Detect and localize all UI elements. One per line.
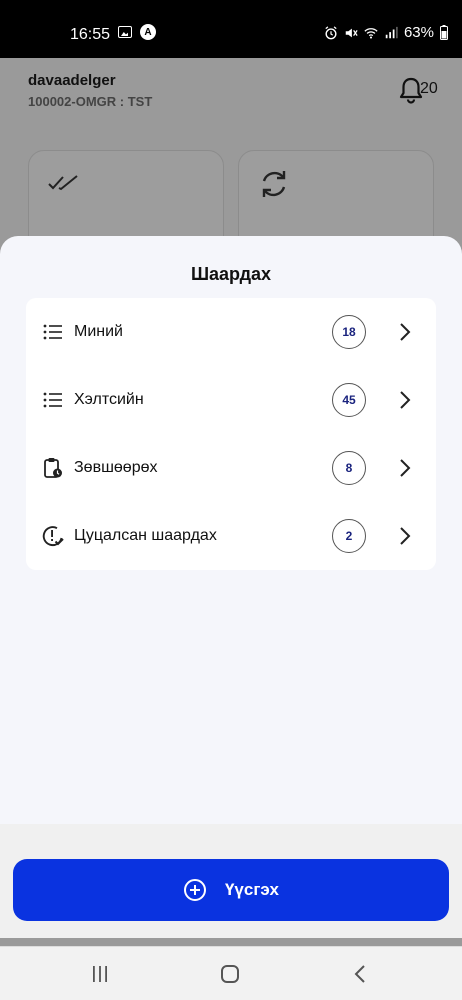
alarm-icon (325, 25, 337, 39)
notification-count: 20 (420, 80, 438, 97)
recent-apps-icon (93, 966, 107, 982)
system-nav-bar (0, 946, 462, 1000)
requests-bottom-sheet: Шаардах Миний 18 Хэлтсийн 45 Зөвшөөрөх 8… (0, 236, 462, 938)
status-time: 16:55 (70, 26, 111, 43)
status-bar: 16:55 A 63% (0, 0, 462, 58)
mute-icon (345, 28, 358, 37)
alert-check-icon (42, 525, 64, 547)
menu-item-department[interactable]: Хэлтсийн 45 (26, 366, 436, 434)
menu-item-cancelled[interactable]: Цуцалсан шаардах 2 (26, 502, 436, 570)
count-badge: 18 (332, 315, 366, 349)
menu-item-label: Миний (74, 323, 123, 340)
plus-circle-icon (183, 879, 206, 901)
list-icon (42, 389, 64, 411)
menu-item-label: Хэлтсийн (74, 391, 144, 408)
menu-item-approve[interactable]: Зөвшөөрөх 8 (26, 434, 436, 502)
count-badge: 45 (332, 383, 366, 417)
home-button[interactable] (216, 961, 244, 987)
app-notification-icon: A (140, 24, 156, 40)
recent-apps-button[interactable] (86, 961, 114, 987)
battery-icon (440, 25, 448, 40)
count-badge: 2 (332, 519, 366, 553)
double-check-icon (48, 175, 78, 191)
user-name: davaadelger (28, 72, 116, 89)
list-icon (42, 321, 64, 343)
menu-item-mine[interactable]: Миний 18 (26, 298, 436, 366)
chevron-right-icon (400, 459, 411, 477)
sync-icon (262, 171, 286, 197)
menu-item-label: Зөвшөөрөх (74, 459, 158, 476)
back-icon (354, 965, 365, 983)
user-code: 100002-OMGR : TST (28, 94, 153, 109)
menu-item-label: Цуцалсан шаардах (74, 527, 217, 544)
wifi-icon (364, 27, 378, 39)
gallery-icon (118, 26, 132, 38)
chevron-right-icon (400, 527, 411, 545)
signal-icon (385, 26, 398, 38)
clipboard-clock-icon (42, 457, 64, 479)
chevron-right-icon (400, 391, 411, 409)
back-button[interactable] (346, 961, 374, 987)
sheet-title: Шаардах (190, 264, 272, 284)
count-badge: 8 (332, 451, 366, 485)
create-button-label: Үүсгэх (224, 880, 280, 899)
home-icon (221, 965, 239, 983)
create-request-button[interactable]: Үүсгэх (13, 859, 449, 921)
chevron-right-icon (400, 323, 411, 341)
battery-percent: 63% (403, 24, 434, 41)
requests-menu: Миний 18 Хэлтсийн 45 Зөвшөөрөх 8 Цуцалса… (26, 298, 436, 570)
